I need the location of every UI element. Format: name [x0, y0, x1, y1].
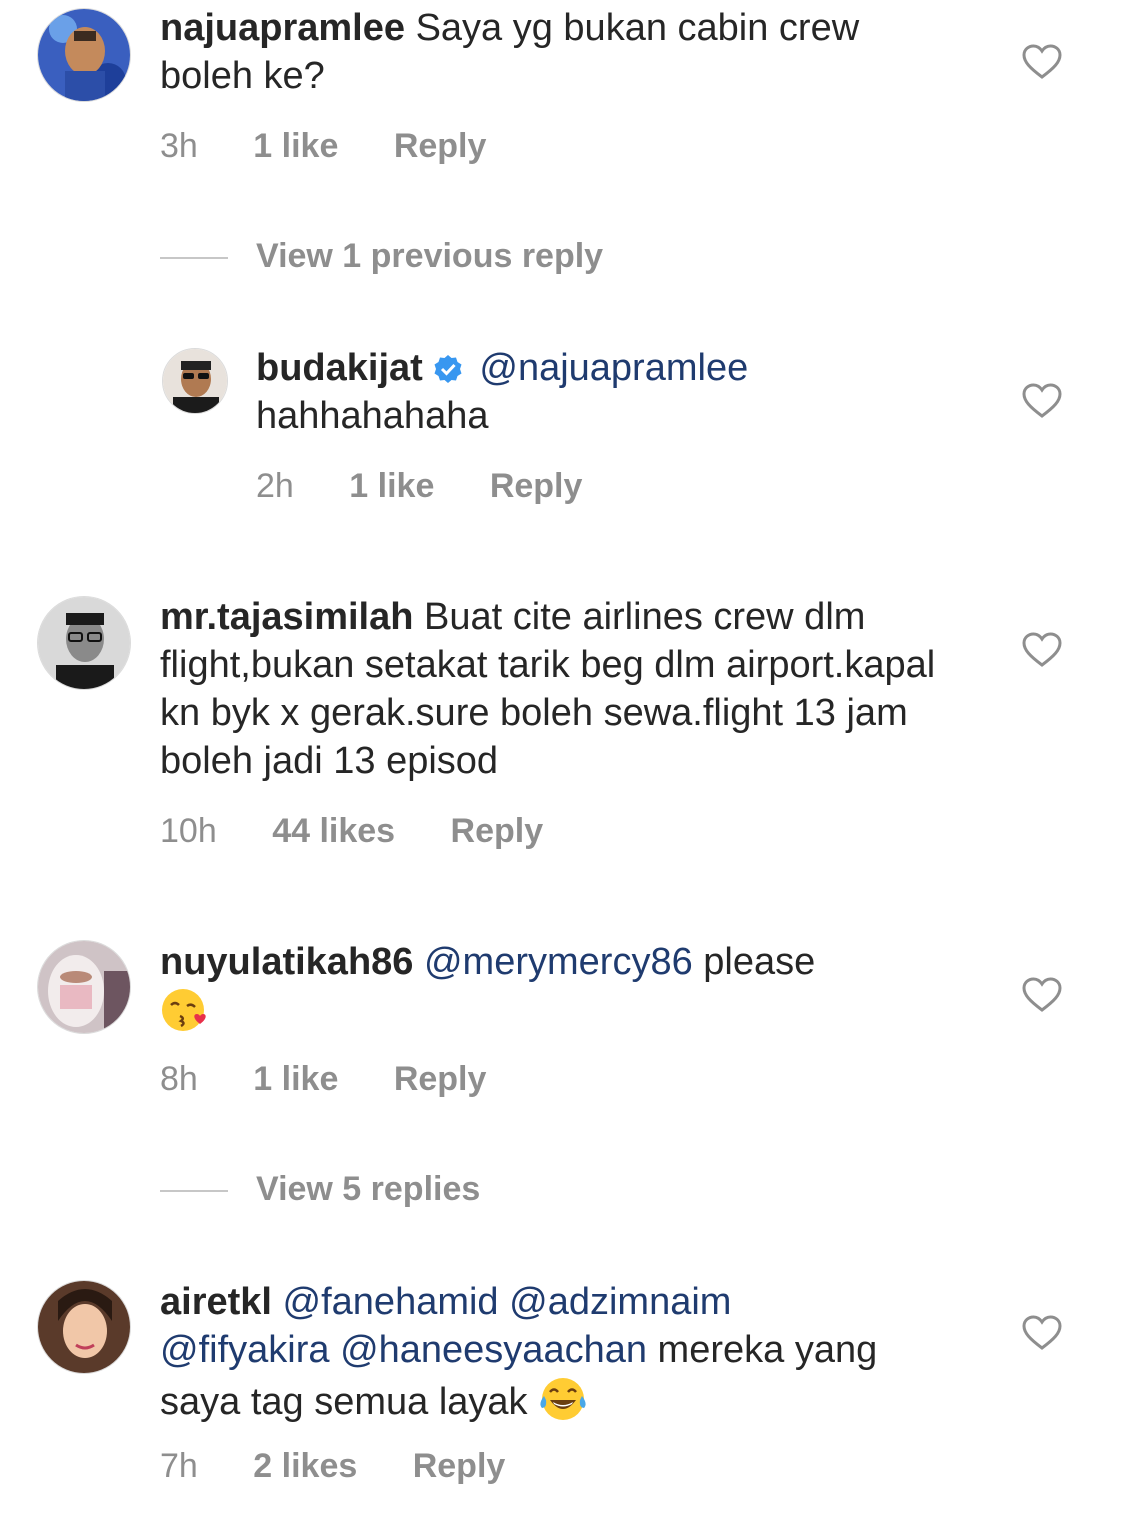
tears-of-joy-icon — [540, 1378, 586, 1420]
reply-button[interactable]: Reply — [413, 1447, 506, 1485]
heart-icon[interactable] — [1022, 977, 1062, 1013]
comment-time: 3h — [160, 127, 198, 165]
comment-time: 2h — [256, 467, 294, 505]
reply-button[interactable]: Reply — [451, 812, 544, 850]
avatar[interactable] — [162, 348, 228, 414]
view-previous-reply-button[interactable]: View 1 previous reply — [160, 234, 603, 278]
username[interactable]: budakijat — [256, 347, 423, 389]
avatar[interactable] — [37, 940, 131, 1034]
mention-link[interactable]: @adzimnaim — [509, 1281, 731, 1323]
likes-count[interactable]: 1 like — [349, 467, 434, 505]
reply-button[interactable]: Reply — [394, 1060, 487, 1098]
avatar[interactable] — [37, 8, 131, 102]
comment-text: najuapramlee Saya yg bukan cabin crew bo… — [160, 4, 960, 100]
username[interactable]: mr.tajasimilah — [160, 596, 413, 638]
kissing-face-heart-icon — [162, 989, 206, 1031]
comment-text: nuyulatikah86 @merymercy86 please — [160, 938, 960, 1038]
avatar[interactable] — [37, 596, 131, 690]
comment-meta: 8h 1 like Reply — [160, 1057, 532, 1101]
likes-count[interactable]: 1 like — [253, 1060, 338, 1098]
username[interactable]: airetkl — [160, 1281, 272, 1323]
heart-icon[interactable] — [1022, 383, 1062, 419]
comment-time: 8h — [160, 1060, 198, 1098]
heart-icon[interactable] — [1022, 44, 1062, 80]
mention-link[interactable]: @najuapramlee — [479, 347, 748, 389]
comment-text: budakijat @najuapramlee hahhahahaha — [256, 344, 976, 440]
comment-time: 7h — [160, 1447, 198, 1485]
view-replies-label: View 1 previous reply — [256, 237, 604, 275]
view-replies-label: View 5 replies — [256, 1170, 481, 1208]
likes-count[interactable]: 44 likes — [272, 812, 395, 850]
username[interactable]: nuyulatikah86 — [160, 941, 413, 983]
likes-count[interactable]: 2 likes — [253, 1447, 357, 1485]
comment-body: please — [703, 941, 816, 983]
mention-link[interactable]: @fanehamid — [283, 1281, 499, 1323]
comment-meta: 2h 1 like Reply — [256, 464, 628, 508]
comment-body: hahhahahaha — [256, 395, 489, 437]
mention-link[interactable]: @merymercy86 — [424, 941, 693, 983]
verified-badge-icon — [434, 355, 462, 383]
thread-divider — [160, 1190, 228, 1193]
heart-icon[interactable] — [1022, 632, 1062, 668]
reply-button[interactable]: Reply — [490, 467, 583, 505]
reply-button[interactable]: Reply — [394, 127, 487, 165]
avatar[interactable] — [37, 1280, 131, 1374]
mention-link[interactable]: @fifyakira — [160, 1329, 330, 1371]
comment-meta: 10h 44 likes Reply — [160, 809, 589, 853]
thread-divider — [160, 257, 228, 260]
comment-meta: 7h 2 likes Reply — [160, 1444, 551, 1488]
comment-text: airetkl @fanehamid @adzimnaim @fifyakira… — [160, 1278, 880, 1426]
view-replies-button[interactable]: View 5 replies — [160, 1167, 480, 1211]
heart-icon[interactable] — [1022, 1315, 1062, 1351]
likes-count[interactable]: 1 like — [253, 127, 338, 165]
comment-text: mr.tajasimilah Buat cite airlines crew d… — [160, 593, 950, 785]
mention-link[interactable]: @haneesyaachan — [340, 1329, 647, 1371]
comment-time: 10h — [160, 812, 217, 850]
username[interactable]: najuapramlee — [160, 7, 405, 49]
comment-meta: 3h 1 like Reply — [160, 124, 532, 168]
